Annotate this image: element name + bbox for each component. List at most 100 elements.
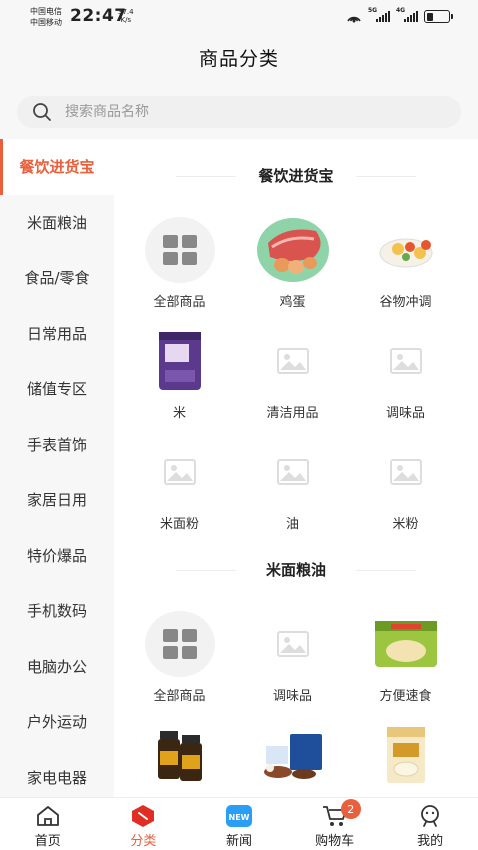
nav-label: 分类 <box>130 834 157 849</box>
news-icon-text: NEW <box>228 813 249 822</box>
sidebar-item-label: 电脑办公 <box>26 657 87 676</box>
subcategory-item[interactable] <box>236 714 349 797</box>
subcategory-label: 全部商品 <box>153 689 206 704</box>
gift-box-photo <box>256 720 330 790</box>
sidebar-item-phones-digital[interactable]: 手机数码 <box>0 583 114 639</box>
subcategory-label: 米面粉 <box>159 517 199 532</box>
subcategory-all[interactable]: 全部商品 <box>123 209 236 320</box>
image-placeholder-icon <box>256 609 330 679</box>
sidebar-item-outdoor-sports[interactable]: 户外运动 <box>0 694 114 750</box>
subcategory-all[interactable]: 全部商品 <box>123 603 236 714</box>
sidebar-item-label: 食品/零食 <box>24 269 90 288</box>
signal-4g-icon: 4G <box>396 7 418 22</box>
sidebar-item-label: 储值专区 <box>26 380 87 399</box>
sidebar-item-label: 米面粮油 <box>26 213 87 232</box>
all-grid-icon <box>143 609 217 679</box>
carrier-1: 中国电信 <box>30 7 62 16</box>
sidebar-item-daily-goods[interactable]: 日常用品 <box>0 306 114 362</box>
signal-4g-tag: 4G <box>396 7 406 14</box>
sidebar-item-label: 户外运动 <box>26 713 87 732</box>
sidebar-item-computer-office[interactable]: 电脑办公 <box>0 639 114 695</box>
sidebar-item-canyin-jinhuobao[interactable]: 餐饮进货宝 <box>0 139 114 195</box>
nav-label: 我的 <box>417 834 444 849</box>
page-title: 商品分类 <box>198 48 279 70</box>
subcategory-rice[interactable]: 米 <box>123 320 236 431</box>
battery-icon <box>424 10 453 23</box>
category-sidebar: 餐饮进货宝 米面粮油 食品/零食 日常用品 储值专区 手表首饰 家居日用 特价爆… <box>0 139 114 797</box>
news-icon: NEW <box>225 805 253 827</box>
sidebar-item-label: 家居日用 <box>26 491 87 510</box>
instant-noodle-photo <box>369 609 443 679</box>
cart-count-badge: 2 <box>340 799 361 819</box>
signal-5g-icon: 5G <box>368 7 390 22</box>
sauce-jars-photo <box>143 720 217 790</box>
subcategory-cereal[interactable]: 谷物冲调 <box>349 209 462 320</box>
subcategory-grid: 全部商品 调味品 方便速食 <box>123 603 463 797</box>
sidebar-item-label: 日常用品 <box>26 324 87 343</box>
status-icons: 5G 4G <box>346 7 453 23</box>
subcategory-eggs[interactable]: 鸡蛋 <box>236 209 349 320</box>
subcategory-cleaning[interactable]: 清洁用品 <box>236 320 349 431</box>
subcategory-grid: 全部商品 鸡蛋 谷物冲调 米 清洁用品 调味品 米面粉 油 米粉 <box>123 209 463 542</box>
image-placeholder-icon <box>369 326 443 396</box>
sidebar-item-stored-value[interactable]: 储值专区 <box>0 361 114 417</box>
sidebar-item-appliances[interactable]: 家电电器 <box>0 750 114 798</box>
nav-profile[interactable]: 我的 <box>382 798 478 850</box>
subcategory-seasoning[interactable]: 调味品 <box>349 320 462 431</box>
net-speed-value: 37.4 <box>118 8 134 16</box>
sidebar-item-label: 特价爆品 <box>26 546 87 565</box>
subcategory-label: 调味品 <box>385 406 425 421</box>
signal-5g-tag: 5G <box>368 7 378 14</box>
sidebar-item-food-snacks[interactable]: 食品/零食 <box>0 250 114 306</box>
subcategory-label: 全部商品 <box>153 295 206 310</box>
sidebar-item-label: 家电电器 <box>26 768 87 787</box>
category-content: 餐饮进货宝 全部商品 鸡蛋 谷物冲调 米 清洁用品 调味品 米面粉 油 米粉 米… <box>114 139 478 797</box>
sidebar-item-home-living[interactable]: 家居日用 <box>0 472 114 528</box>
bottom-nav: 首页 分类 NEW 新闻 2 购物车 我的 <box>0 797 478 850</box>
nav-label: 购物车 <box>315 834 355 849</box>
sidebar-item-label: 手表首饰 <box>26 435 87 454</box>
subcategory-item[interactable] <box>349 714 462 797</box>
nav-home[interactable]: 首页 <box>0 798 96 850</box>
subcategory-label: 米 <box>172 406 186 421</box>
search-bar[interactable] <box>17 96 461 128</box>
subcategory-seasoning[interactable]: 调味品 <box>236 603 349 714</box>
image-placeholder-icon <box>369 437 443 507</box>
subcategory-label: 调味品 <box>272 689 312 704</box>
subcategory-label: 鸡蛋 <box>279 295 306 310</box>
subcategory-item[interactable] <box>123 714 236 797</box>
search-input[interactable] <box>65 104 425 120</box>
sidebar-item-label: 餐饮进货宝 <box>19 158 95 177</box>
nav-cart[interactable]: 2 购物车 <box>287 798 383 850</box>
sidebar-item-mimian-liangyou[interactable]: 米面粮油 <box>0 195 114 251</box>
subcategory-flour[interactable]: 米面粉 <box>123 431 236 542</box>
profile-icon <box>418 805 442 827</box>
sidebar-item-watches-jewelry[interactable]: 手表首饰 <box>0 417 114 473</box>
hotspot-icon <box>347 16 361 22</box>
subcategory-label: 清洁用品 <box>266 406 319 421</box>
nav-label: 新闻 <box>225 834 252 849</box>
nav-category[interactable]: 分类 <box>96 798 192 850</box>
sidebar-item-special-deals[interactable]: 特价爆品 <box>0 528 114 584</box>
subcategory-oil[interactable]: 油 <box>236 431 349 542</box>
meat-eggs-photo <box>256 215 330 285</box>
home-icon <box>36 805 60 827</box>
cereal-bowl-photo <box>369 215 443 285</box>
carrier-2: 中国移动 <box>30 18 62 27</box>
all-grid-icon <box>143 215 217 285</box>
subcategory-instant-food[interactable]: 方便速食 <box>349 603 462 714</box>
nav-news[interactable]: NEW 新闻 <box>191 798 287 850</box>
subcategory-rice-noodles[interactable]: 米粉 <box>349 431 462 542</box>
subcategory-label: 方便速食 <box>379 689 432 704</box>
sidebar-item-label: 手机数码 <box>26 602 87 621</box>
subcategory-label: 米粉 <box>392 517 419 532</box>
status-bar: 中国电信 中国移动 22:47 37.4 K/s 5G 4G <box>0 0 478 34</box>
category-icon <box>130 805 156 827</box>
image-placeholder-icon <box>256 326 330 396</box>
section-title: 餐饮进货宝 <box>114 165 478 186</box>
carrier-info: 中国电信 中国移动 <box>30 6 62 28</box>
flour-bag-photo <box>369 720 443 790</box>
image-placeholder-icon <box>256 437 330 507</box>
nav-label: 首页 <box>34 834 61 849</box>
net-speed: 37.4 K/s <box>118 8 134 24</box>
